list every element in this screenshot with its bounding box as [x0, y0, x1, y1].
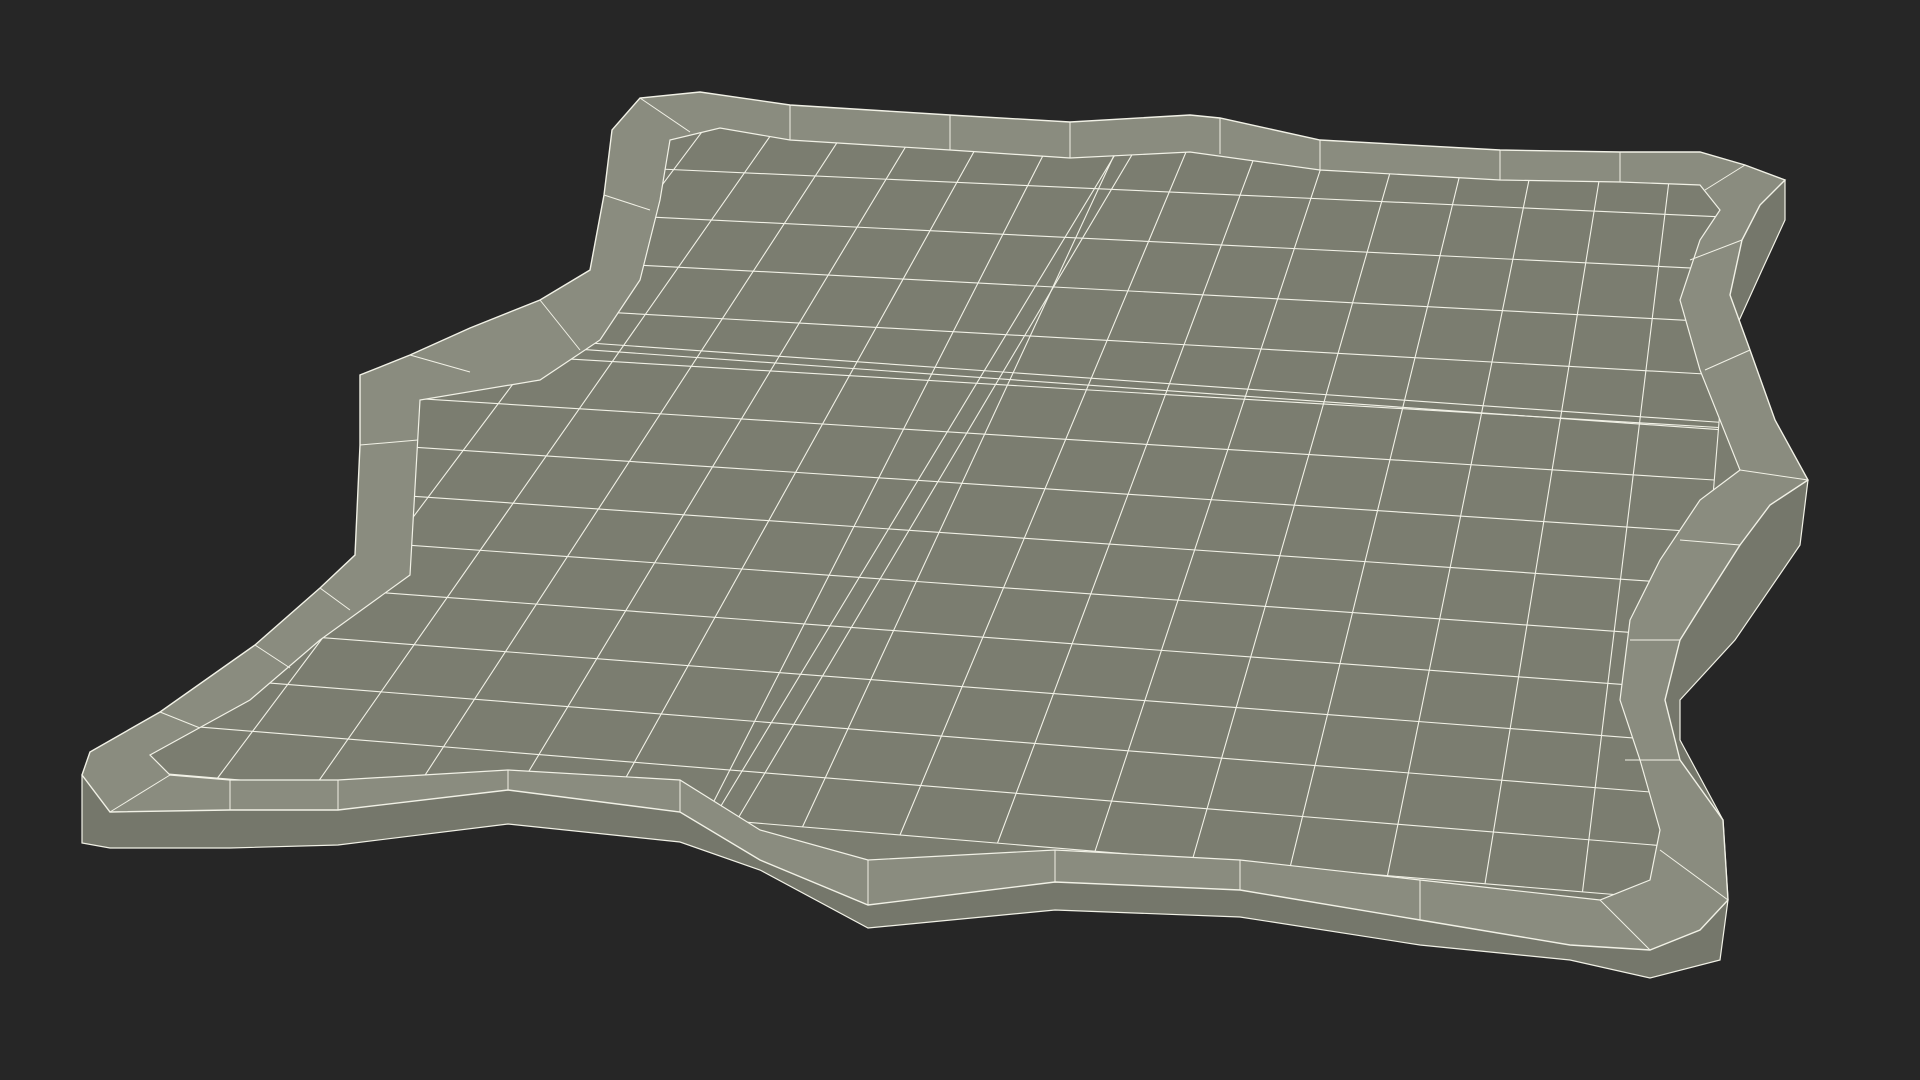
render-viewport[interactable]: [0, 0, 1920, 1080]
mesh-scene: [0, 0, 1920, 1080]
